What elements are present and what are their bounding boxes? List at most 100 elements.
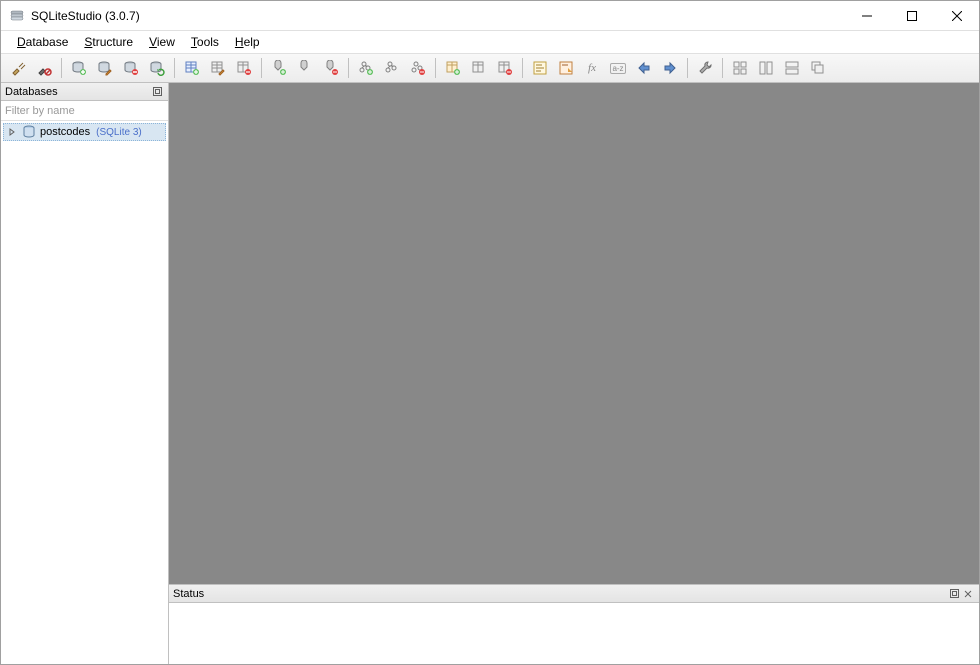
- close-icon: [964, 590, 972, 598]
- menu-database[interactable]: Database: [9, 33, 76, 51]
- index-delete-icon: [323, 60, 339, 76]
- database-tree[interactable]: postcodes (SQLite 3): [1, 121, 168, 664]
- menu-help[interactable]: Help: [227, 33, 268, 51]
- menu-view[interactable]: View: [141, 33, 183, 51]
- edit-view-button[interactable]: [467, 56, 491, 80]
- undock-icon: [950, 589, 959, 598]
- settings-button[interactable]: [693, 56, 717, 80]
- tile-grid-icon: [732, 60, 748, 76]
- db-refresh-icon: [149, 60, 165, 76]
- remove-db-button[interactable]: [119, 56, 143, 80]
- toolbar-separator: [687, 58, 688, 78]
- wrench-icon: [697, 60, 713, 76]
- db-add-icon: [71, 60, 87, 76]
- toolbar-separator: [174, 58, 175, 78]
- connect-db-button[interactable]: [6, 56, 30, 80]
- close-button[interactable]: [934, 1, 979, 30]
- tile-horizontal-button[interactable]: [754, 56, 778, 80]
- databases-panel-title: Databases: [5, 86, 150, 98]
- new-index-button[interactable]: [267, 56, 291, 80]
- delete-trigger-button[interactable]: [406, 56, 430, 80]
- sql-history-button[interactable]: [554, 56, 578, 80]
- toolbar-separator: [348, 58, 349, 78]
- toolbar-separator: [61, 58, 62, 78]
- status-panel: Status: [169, 584, 979, 664]
- toolbar-separator: [522, 58, 523, 78]
- tile-windows-button[interactable]: [728, 56, 752, 80]
- refresh-db-button[interactable]: [145, 56, 169, 80]
- toolbar-separator: [722, 58, 723, 78]
- export-icon: [662, 60, 678, 76]
- view-add-icon: [445, 60, 461, 76]
- main-area: Databases postcodes (SQLite 3): [1, 83, 979, 664]
- edit-trigger-button[interactable]: [380, 56, 404, 80]
- plug-icon: [10, 60, 26, 76]
- expand-toggle[interactable]: [8, 128, 18, 136]
- collation-icon: a-z: [610, 63, 625, 74]
- edit-index-button[interactable]: [293, 56, 317, 80]
- functions-button[interactable]: fx: [580, 56, 604, 80]
- disconnect-db-button[interactable]: [32, 56, 56, 80]
- database-filter-input[interactable]: [1, 101, 168, 121]
- toolbar-separator: [261, 58, 262, 78]
- edit-table-button[interactable]: [206, 56, 230, 80]
- database-type-label: (SQLite 3): [96, 127, 142, 138]
- db-edit-icon: [97, 60, 113, 76]
- trigger-delete-icon: [410, 60, 426, 76]
- plug-off-icon: [36, 60, 52, 76]
- mdi-canvas: [169, 83, 979, 584]
- status-panel-header: Status: [169, 585, 979, 603]
- work-area: Status: [169, 83, 979, 664]
- tree-item-database[interactable]: postcodes (SQLite 3): [3, 123, 166, 141]
- close-status-button[interactable]: [961, 587, 975, 601]
- maximize-button[interactable]: [889, 1, 934, 30]
- new-table-button[interactable]: [180, 56, 204, 80]
- undock-panel-button[interactable]: [150, 85, 164, 99]
- delete-table-button[interactable]: [232, 56, 256, 80]
- db-remove-icon: [123, 60, 139, 76]
- view-edit-icon: [471, 60, 487, 76]
- new-view-button[interactable]: [441, 56, 465, 80]
- minimize-button[interactable]: [844, 1, 889, 30]
- toolbar: fx a-z: [1, 53, 979, 83]
- databases-panel-header: Databases: [1, 83, 168, 101]
- database-name-label: postcodes: [40, 126, 90, 138]
- chevron-right-icon: [8, 128, 16, 136]
- index-edit-icon: [297, 60, 313, 76]
- window-title: SQLiteStudio (3.0.7): [31, 9, 844, 23]
- add-db-button[interactable]: [67, 56, 91, 80]
- menubar: Database Structure View Tools Help: [1, 31, 979, 53]
- table-add-icon: [184, 60, 200, 76]
- ddl-history-icon: [558, 60, 574, 76]
- database-icon: [22, 125, 36, 139]
- sql-editor-button[interactable]: [528, 56, 552, 80]
- sql-editor-icon: [532, 60, 548, 76]
- status-panel-title: Status: [173, 588, 947, 600]
- table-edit-icon: [210, 60, 226, 76]
- tile-vertical-button[interactable]: [780, 56, 804, 80]
- maximize-icon: [907, 11, 917, 21]
- status-body: [169, 603, 979, 664]
- import-button[interactable]: [632, 56, 656, 80]
- view-delete-icon: [497, 60, 513, 76]
- table-delete-icon: [236, 60, 252, 76]
- new-trigger-button[interactable]: [354, 56, 378, 80]
- export-button[interactable]: [658, 56, 682, 80]
- undock-status-button[interactable]: [947, 587, 961, 601]
- app-window: SQLiteStudio (3.0.7) Database Structure …: [0, 0, 980, 665]
- app-icon: [9, 8, 25, 24]
- edit-db-button[interactable]: [93, 56, 117, 80]
- window-controls: [844, 1, 979, 30]
- cascade-windows-button[interactable]: [806, 56, 830, 80]
- menu-tools[interactable]: Tools: [183, 33, 227, 51]
- trigger-add-icon: [358, 60, 374, 76]
- close-icon: [952, 11, 962, 21]
- delete-view-button[interactable]: [493, 56, 517, 80]
- fx-icon: fx: [588, 62, 596, 74]
- delete-index-button[interactable]: [319, 56, 343, 80]
- menu-structure[interactable]: Structure: [76, 33, 141, 51]
- collations-button[interactable]: a-z: [606, 56, 630, 80]
- index-add-icon: [271, 60, 287, 76]
- minimize-icon: [862, 11, 872, 21]
- undock-icon: [153, 87, 162, 96]
